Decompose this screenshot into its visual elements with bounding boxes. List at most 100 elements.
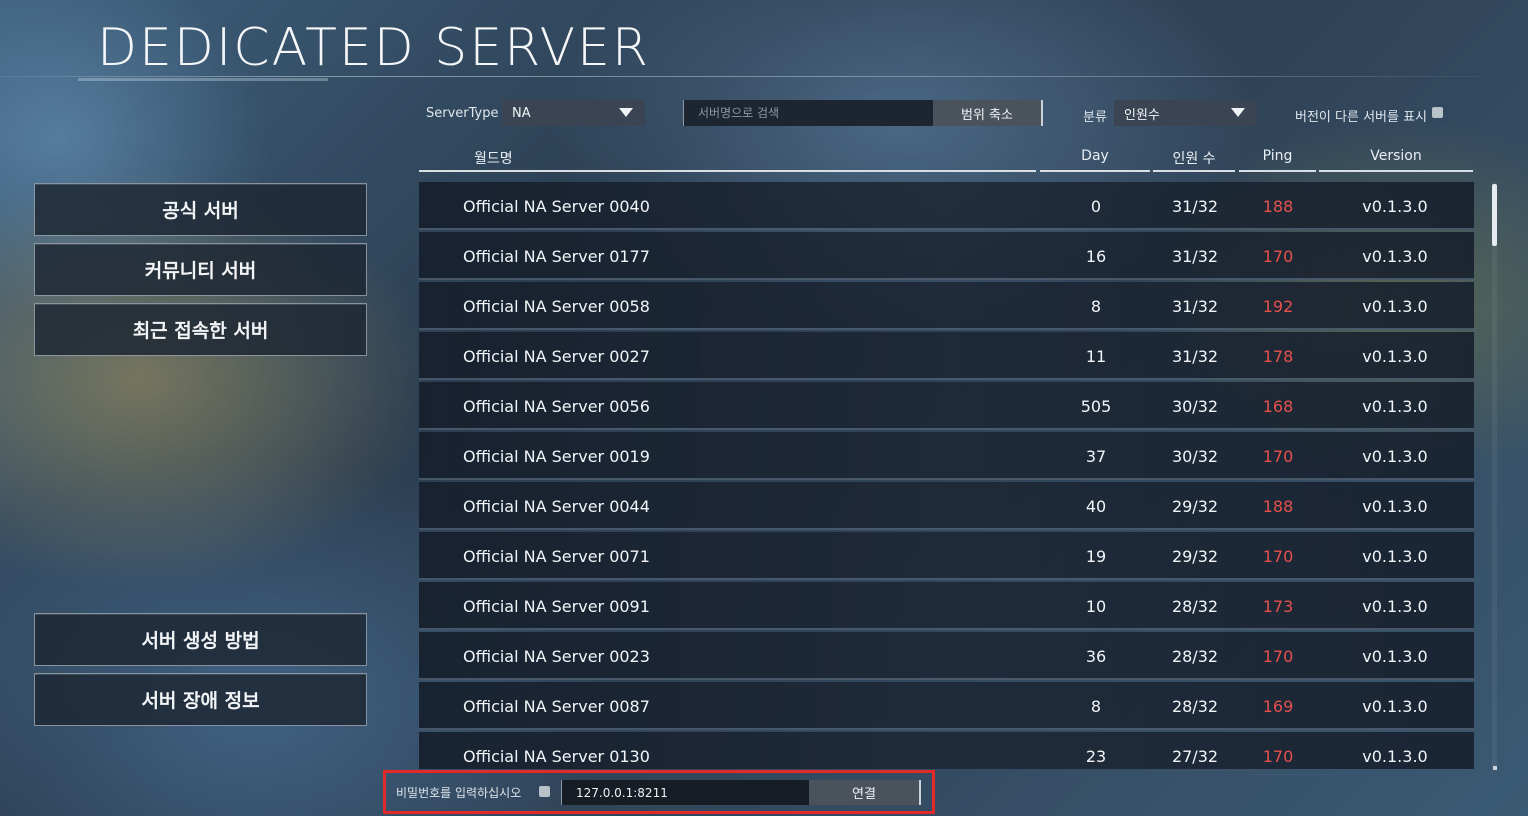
server-players: 28/32 <box>1171 597 1219 616</box>
title-divider-accent <box>78 78 328 81</box>
narrow-search-button[interactable]: 범위 축소 <box>933 100 1043 126</box>
server-name: Official NA Server 0087 <box>463 697 650 716</box>
server-day: 19 <box>1085 547 1107 566</box>
server-day: 10 <box>1085 597 1107 616</box>
server-players: 28/32 <box>1171 647 1219 666</box>
server-version: v0.1.3.0 <box>1362 447 1428 466</box>
password-checkbox[interactable] <box>539 786 550 797</box>
server-address-input[interactable] <box>561 780 809 805</box>
server-ping: 188 <box>1262 497 1294 516</box>
scroll-down-icon[interactable] <box>1493 766 1497 770</box>
server-name: Official NA Server 0056 <box>463 397 650 416</box>
server-version: v0.1.3.0 <box>1362 497 1428 516</box>
show-other-versions-label: 버전이 다른 서버를 표시 <box>1295 110 1427 125</box>
server-row[interactable]: Official NA Server 0019 37 30/32 170 v0.… <box>419 432 1474 480</box>
column-header-world-label: 월드명 <box>474 151 513 167</box>
server-day: 11 <box>1085 347 1107 366</box>
server-day: 36 <box>1085 647 1107 666</box>
page-title: DEDICATED SERVER <box>97 18 651 78</box>
server-day: 23 <box>1085 747 1107 766</box>
server-day: 8 <box>1090 297 1102 316</box>
sort-value: 인원수 <box>1124 107 1160 123</box>
server-name: Official NA Server 0058 <box>463 297 650 316</box>
chevron-down-icon <box>1231 108 1245 117</box>
server-name: Official NA Server 0177 <box>463 247 650 266</box>
server-version: v0.1.3.0 <box>1362 297 1428 316</box>
server-name: Official NA Server 0027 <box>463 347 650 366</box>
server-name: Official NA Server 0040 <box>463 197 650 216</box>
server-players: 29/32 <box>1171 547 1219 566</box>
server-list: Official NA Server 0040 0 31/32 188 v0.1… <box>419 182 1475 769</box>
server-creation-guide-button[interactable]: 서버 생성 방법 <box>34 613 367 666</box>
column-header-ping[interactable]: Ping <box>1239 148 1316 172</box>
recent-servers-button[interactable]: 최근 접속한 서버 <box>34 303 367 356</box>
server-version: v0.1.3.0 <box>1362 747 1428 766</box>
server-day: 505 <box>1080 397 1112 416</box>
column-header-version-label: Version <box>1370 148 1422 164</box>
server-ping: 170 <box>1262 447 1294 466</box>
title-divider <box>0 76 1480 77</box>
server-name: Official NA Server 0130 <box>463 747 650 766</box>
server-players: 31/32 <box>1171 197 1219 216</box>
server-players: 30/32 <box>1171 447 1219 466</box>
server-type-select[interactable]: NA <box>502 100 645 126</box>
server-outage-info-button[interactable]: 서버 장애 정보 <box>34 673 367 726</box>
sort-select[interactable]: 인원수 <box>1114 100 1257 126</box>
server-day: 8 <box>1090 697 1102 716</box>
server-players: 31/32 <box>1171 297 1219 316</box>
server-row[interactable]: Official NA Server 0027 11 31/32 178 v0.… <box>419 332 1474 380</box>
server-players: 31/32 <box>1171 347 1219 366</box>
connect-button[interactable]: 연결 <box>809 780 921 805</box>
server-day: 16 <box>1085 247 1107 266</box>
server-ping: 170 <box>1262 547 1294 566</box>
community-servers-button[interactable]: 커뮤니티 서버 <box>34 243 367 296</box>
server-row[interactable]: Official NA Server 0130 23 27/32 170 v0.… <box>419 732 1474 769</box>
column-header-day[interactable]: Day <box>1040 148 1150 172</box>
chevron-down-icon <box>619 108 633 117</box>
server-ping: 192 <box>1262 297 1294 316</box>
server-version: v0.1.3.0 <box>1362 397 1428 416</box>
server-row[interactable]: Official NA Server 0071 19 29/32 170 v0.… <box>419 532 1474 580</box>
server-name: Official NA Server 0019 <box>463 447 650 466</box>
server-ping: 173 <box>1262 597 1294 616</box>
server-name: Official NA Server 0023 <box>463 647 650 666</box>
server-name: Official NA Server 0071 <box>463 547 650 566</box>
column-header-players-label: 인원 수 <box>1172 151 1216 167</box>
server-row[interactable]: Official NA Server 0058 8 31/32 192 v0.1… <box>419 282 1474 330</box>
column-header-ping-label: Ping <box>1262 148 1293 164</box>
server-version: v0.1.3.0 <box>1362 697 1428 716</box>
column-header-players[interactable]: 인원 수 <box>1153 148 1235 172</box>
column-header-world[interactable]: 월드명 <box>419 148 1036 172</box>
server-players: 31/32 <box>1171 247 1219 266</box>
server-name: Official NA Server 0044 <box>463 497 650 516</box>
server-row[interactable]: Official NA Server 0087 8 28/32 169 v0.1… <box>419 682 1474 730</box>
server-search-input[interactable] <box>683 100 933 126</box>
server-version: v0.1.3.0 <box>1362 197 1428 216</box>
server-row[interactable]: Official NA Server 0044 40 29/32 188 v0.… <box>419 482 1474 530</box>
scrollbar-track[interactable] <box>1492 182 1497 769</box>
show-other-versions-checkbox[interactable] <box>1432 107 1443 118</box>
password-label: 비밀번호를 입력하십시오 <box>396 786 522 800</box>
scrollbar-thumb[interactable] <box>1492 184 1497 246</box>
server-type-label: ServerType <box>426 106 499 121</box>
server-row[interactable]: Official NA Server 0023 36 28/32 170 v0.… <box>419 632 1474 680</box>
server-row[interactable]: Official NA Server 0056 505 30/32 168 v0… <box>419 382 1474 430</box>
server-players: 27/32 <box>1171 747 1219 766</box>
server-row[interactable]: Official NA Server 0040 0 31/32 188 v0.1… <box>419 182 1474 230</box>
server-day: 0 <box>1090 197 1102 216</box>
server-version: v0.1.3.0 <box>1362 547 1428 566</box>
column-header-version[interactable]: Version <box>1319 148 1473 172</box>
server-row[interactable]: Official NA Server 0177 16 31/32 170 v0.… <box>419 232 1474 280</box>
server-day: 37 <box>1085 447 1107 466</box>
server-ping: 169 <box>1262 697 1294 716</box>
server-row[interactable]: Official NA Server 0091 10 28/32 173 v0.… <box>419 582 1474 630</box>
sort-label: 분류 <box>1083 110 1107 125</box>
server-ping: 170 <box>1262 247 1294 266</box>
server-players: 28/32 <box>1171 697 1219 716</box>
server-version: v0.1.3.0 <box>1362 647 1428 666</box>
official-servers-button[interactable]: 공식 서버 <box>34 183 367 236</box>
server-players: 30/32 <box>1171 397 1219 416</box>
server-ping: 178 <box>1262 347 1294 366</box>
server-version: v0.1.3.0 <box>1362 347 1428 366</box>
server-ping: 188 <box>1262 197 1294 216</box>
